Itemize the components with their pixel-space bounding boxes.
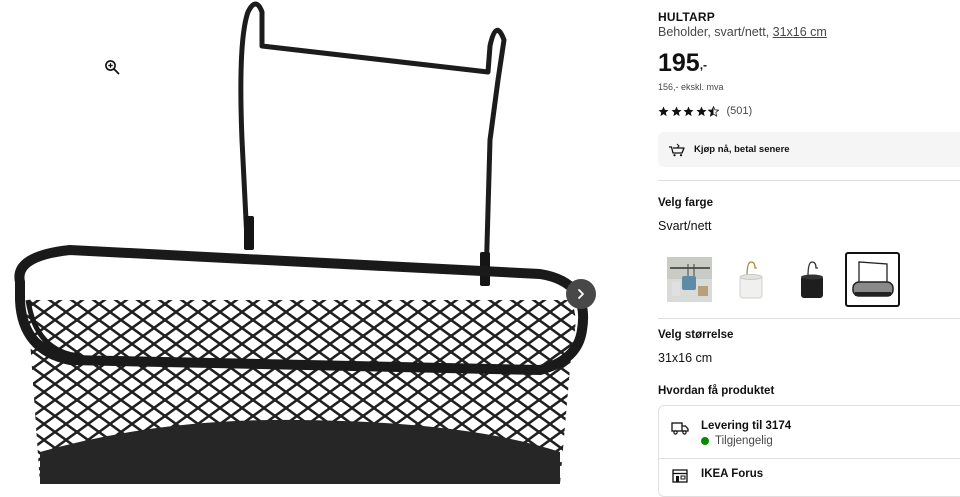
star-icon xyxy=(695,106,707,116)
product-description: Beholder, svart/nett, 31x16 cm xyxy=(658,25,827,39)
selected-color: Svart/nett xyxy=(658,219,712,233)
star-icon xyxy=(670,106,682,116)
chevron-right-icon xyxy=(578,289,584,299)
delivery-heading: Hvordan få produktet xyxy=(658,385,775,397)
swatch-white-container[interactable] xyxy=(723,252,778,307)
store-title: IKEA Forus xyxy=(701,468,764,480)
product-image-mesh-basket[interactable] xyxy=(0,0,607,484)
star-icon xyxy=(683,106,694,116)
star-icon xyxy=(658,106,669,116)
product-info-panel: HULTARP Beholder, svart/nett, 31x16 cm 1… xyxy=(658,0,960,497)
price: 195 ,- xyxy=(658,48,707,78)
price-excl-vat: 156,- ekskl. mva xyxy=(658,82,724,92)
price-integer: 195 xyxy=(658,49,700,77)
swatch-hanging-rail-image xyxy=(667,257,712,302)
color-swatches xyxy=(662,252,906,307)
klarna-icon xyxy=(669,143,685,156)
selected-size: 31x16 cm xyxy=(658,351,713,365)
swatch-black-container-image xyxy=(801,261,823,298)
swatch-black-mesh-basket[interactable] xyxy=(845,252,900,307)
divider xyxy=(658,180,960,181)
zoom-in-icon[interactable] xyxy=(104,59,120,75)
divider xyxy=(659,458,960,459)
swatch-black-container[interactable] xyxy=(784,252,839,307)
next-image-button[interactable] xyxy=(566,279,596,309)
shipping-title: Levering til 3174 xyxy=(701,420,792,432)
swatch-black-mesh-basket-image xyxy=(852,261,894,297)
color-heading: Velg farge xyxy=(658,197,713,209)
shipping-status-text: Tilgjengelig xyxy=(715,435,773,447)
truck-icon xyxy=(671,422,689,435)
product-description-text: Beholder, svart/nett, xyxy=(658,25,773,39)
product-image-gallery xyxy=(0,0,607,484)
klarna-label: Kjøp nå, betal senere xyxy=(694,144,790,155)
swatch-white-container-image xyxy=(739,261,763,299)
delivery-options: Levering til 3174 Tilgjengelig IKEA Foru… xyxy=(658,405,960,497)
delivery-shipping-row[interactable]: Levering til 3174 Tilgjengelig xyxy=(671,420,791,447)
store-icon xyxy=(672,469,688,483)
rating[interactable]: (501) xyxy=(658,105,752,117)
star-half-icon xyxy=(708,105,719,117)
delivery-store-row[interactable]: IKEA Forus xyxy=(671,468,763,483)
price-decimal: ,- xyxy=(699,58,708,72)
klarna-banner[interactable]: Kjøp nå, betal senere xyxy=(658,132,960,167)
available-status-dot xyxy=(701,437,709,445)
swatch-hanging-rail[interactable] xyxy=(662,252,717,307)
size-link[interactable]: 31x16 cm xyxy=(773,25,827,39)
size-heading: Velg størrelse xyxy=(658,329,734,341)
rating-count[interactable]: (501) xyxy=(727,105,753,117)
divider xyxy=(658,318,960,319)
shipping-status: Tilgjengelig xyxy=(701,435,791,447)
product-name: HULTARP xyxy=(658,10,715,24)
